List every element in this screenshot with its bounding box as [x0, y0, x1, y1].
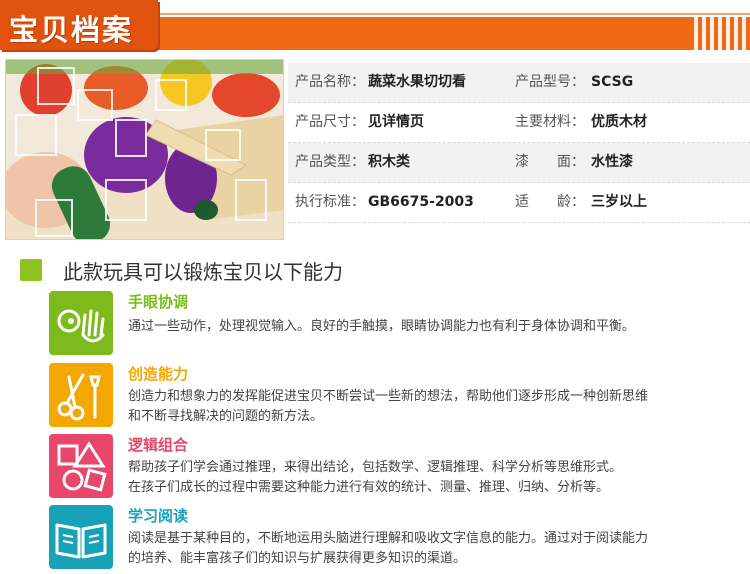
- spec-row: 产品名称： 蔬菜水果切切看 产品型号： SCSG: [288, 63, 750, 103]
- product-photo: [5, 59, 284, 240]
- book-icon: [49, 505, 113, 569]
- spec-row: 产品类型： 积木类 漆 面： 水性漆: [288, 143, 750, 183]
- spec-value: 三岁以上: [591, 194, 647, 210]
- ability-title: 创造能力: [128, 365, 189, 383]
- ability-description: 通过一些动作，处理视觉输入。良好的手触摸，眼睛协调能力也有利于身体协调和平衡。: [128, 317, 728, 337]
- ability-item: 创造能力 创造力和想象力的发挥能促进宝贝不断尝试一些新的想法，帮助他们逐步形成一…: [49, 363, 739, 427]
- header-stripes: [694, 17, 746, 50]
- ability-item: 手眼协调 通过一些动作，处理视觉输入。良好的手触摸，眼睛协调能力也有利于身体协调…: [49, 291, 739, 355]
- spec-row: 执行标准： GB6675-2003 适 龄： 三岁以上: [288, 183, 750, 223]
- ability-description-line: 阅读是基于某种目的，不断地运用头脑进行理解和吸收文字信息的能力。通过对于阅读能力: [128, 531, 649, 546]
- ability-description-line: 帮助孩子们学会通过推理，来得出结论，包括数学、逻辑推理、科学分析等思维形式。: [128, 460, 623, 475]
- hand-eye-icon: [49, 291, 113, 355]
- spec-label: 主要材料：: [515, 114, 585, 130]
- tools-icon: [49, 363, 113, 427]
- header-title-tab: 宝贝档案: [0, 0, 158, 50]
- ability-description: 帮助孩子们学会通过推理，来得出结论，包括数学、逻辑推理、科学分析等思维形式。 在…: [128, 458, 728, 498]
- ability-description: 阅读是基于某种目的，不断地运用头脑进行理解和吸收文字信息的能力。通过对于阅读能力…: [128, 529, 728, 569]
- header-divider: [150, 13, 750, 15]
- page-title: 宝贝档案: [9, 13, 134, 47]
- spec-row: 产品尺寸： 见详情页 主要材料： 优质木材: [288, 103, 750, 143]
- spec-value: 水性漆: [591, 154, 633, 170]
- spec-label: 漆 面：: [515, 154, 585, 170]
- spec-label: 产品名称：: [295, 74, 365, 90]
- ability-description-line: 创造力和想象力的发挥能促进宝贝不断尝试一些新的想法，帮助他们逐步形成一种创新思维: [128, 389, 649, 404]
- section-marker: [20, 259, 42, 281]
- header-bar: [150, 17, 750, 50]
- spec-value: GB6675-2003: [368, 194, 474, 210]
- spec-label: 产品型号：: [515, 74, 585, 90]
- ability-item: 学习阅读 阅读是基于某种目的，不断地运用头脑进行理解和吸收文字信息的能力。通过对…: [49, 505, 739, 569]
- spec-label: 产品类型：: [295, 154, 365, 170]
- ability-title: 学习阅读: [128, 507, 189, 525]
- spec-label: 产品尺寸：: [295, 114, 365, 130]
- shapes-icon: [49, 434, 113, 498]
- ability-description-line: 的培养、能丰富孩子们的知识与扩展获得更多知识的渠道。: [128, 551, 467, 566]
- ability-description-line: 在孩子们成长的过程中需要这种能力进行有效的统计、测量、推理、归纳、分析等。: [128, 480, 610, 495]
- spec-table: 产品名称： 蔬菜水果切切看 产品型号： SCSG 产品尺寸： 见详情页 主要材料…: [288, 63, 750, 223]
- spec-value: 积木类: [368, 154, 410, 170]
- spec-label: 执行标准：: [295, 194, 365, 210]
- spec-value: 见详情页: [368, 114, 424, 130]
- ability-description-line: 通过一些动作，处理视觉输入。良好的手触摸，眼睛协调能力也有利于身体协调和平衡。: [128, 319, 636, 334]
- ability-item: 逻辑组合 帮助孩子们学会通过推理，来得出结论，包括数学、逻辑推理、科学分析等思维…: [49, 434, 739, 498]
- ability-description-line: 和不断寻找解决的问题的新方法。: [128, 409, 324, 424]
- spec-value: SCSG: [591, 74, 634, 90]
- spec-value: 蔬菜水果切切看: [368, 74, 466, 90]
- section-header: 宝贝档案: [0, 0, 750, 56]
- ability-title: 手眼协调: [128, 293, 189, 311]
- ability-description: 创造力和想象力的发挥能促进宝贝不断尝试一些新的想法，帮助他们逐步形成一种创新思维…: [128, 387, 728, 427]
- abilities-heading: 此款玩具可以锻炼宝贝以下能力: [63, 260, 343, 284]
- spec-label: 适 龄：: [515, 194, 585, 210]
- spec-value: 优质木材: [591, 114, 647, 130]
- product-illustration: [6, 60, 283, 239]
- ability-title: 逻辑组合: [128, 436, 189, 454]
